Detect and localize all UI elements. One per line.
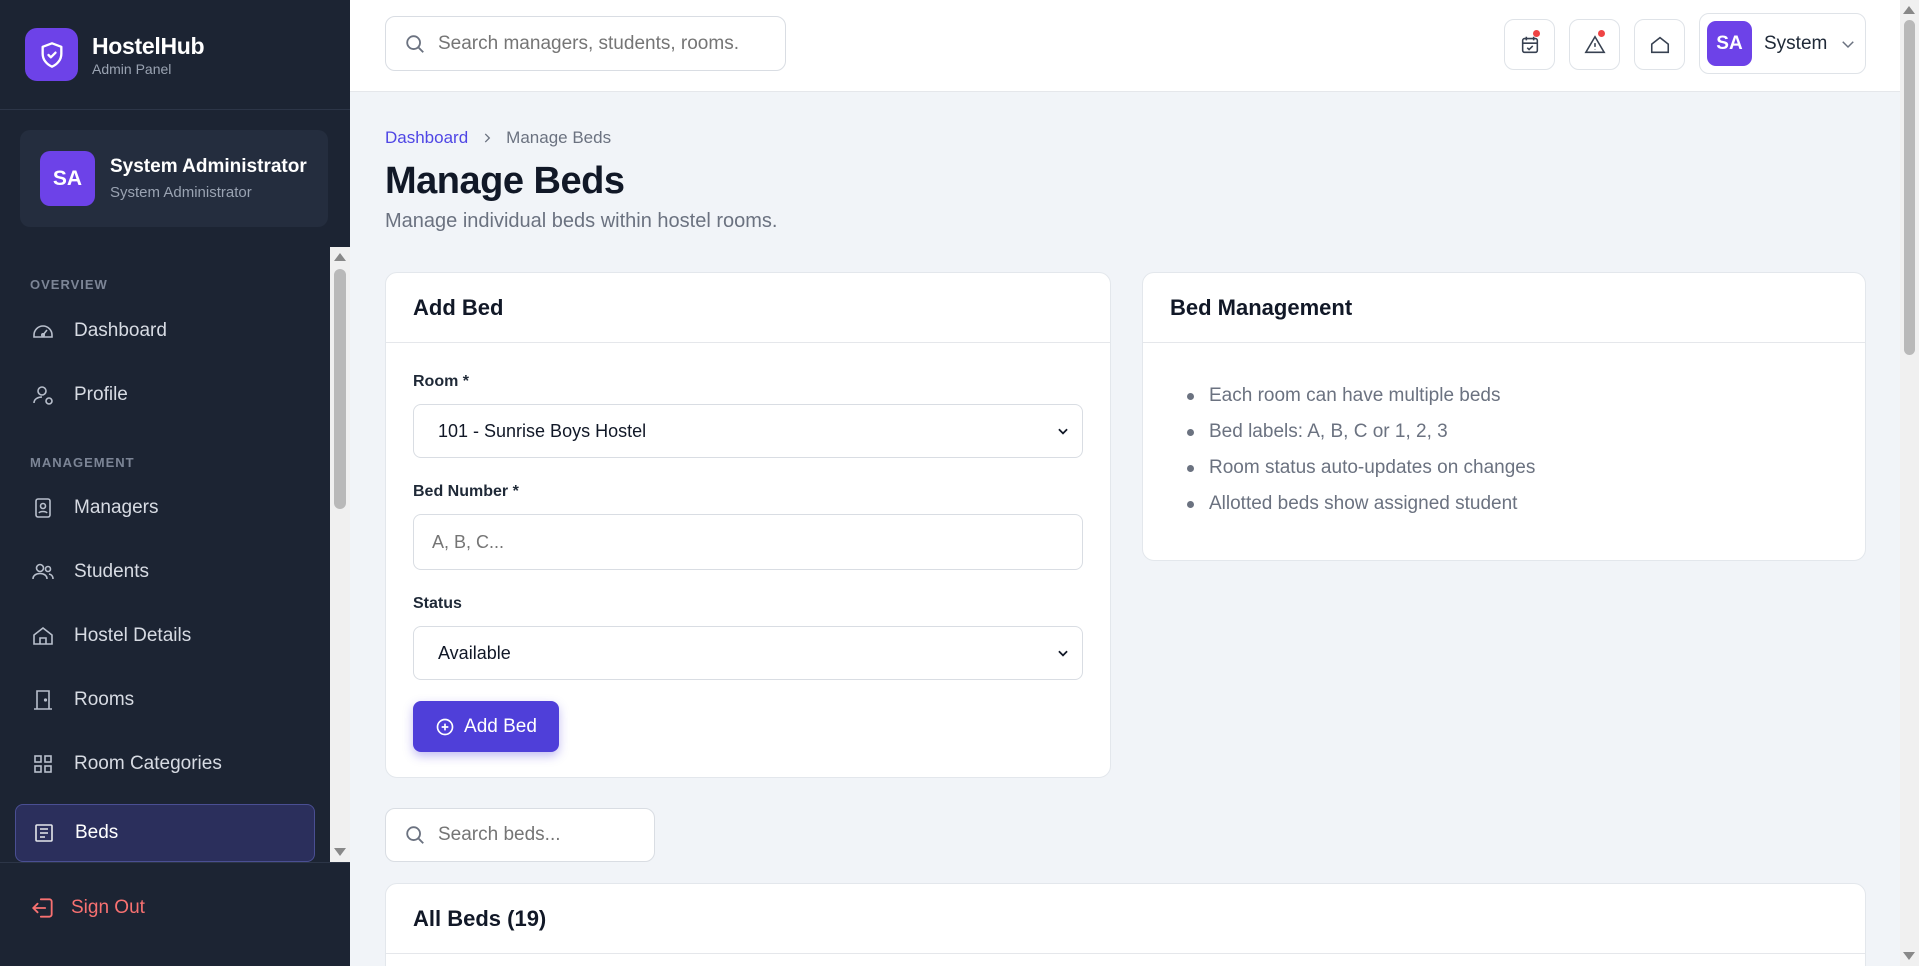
sidebar-item-label: Dashboard bbox=[74, 320, 167, 341]
grid-icon bbox=[30, 751, 56, 777]
scroll-down-arrow-icon[interactable] bbox=[334, 848, 346, 856]
add-bed-card: Add Bed Room * 101 - Sunrise Boys Hostel… bbox=[385, 272, 1111, 778]
sidebar-item-label: Beds bbox=[75, 822, 119, 843]
sidebar-item-dashboard[interactable]: Dashboard bbox=[15, 302, 315, 360]
sidebar-item-label: Students bbox=[74, 561, 149, 582]
section-management: MANAGEMENT bbox=[30, 455, 135, 470]
chevron-right-icon bbox=[480, 131, 494, 145]
room-select[interactable]: 101 - Sunrise Boys Hostel bbox=[413, 404, 1083, 458]
scrollbar-thumb[interactable] bbox=[1904, 20, 1915, 355]
list-item: Allotted beds show assigned student bbox=[1187, 486, 1535, 522]
sidebar-nav: OVERVIEW Dashboard Profile MANAGEMENT Ma… bbox=[0, 247, 350, 862]
user-card: SA System Administrator System Administr… bbox=[20, 130, 328, 227]
sidebar: HostelHub Admin Panel SA System Administ… bbox=[0, 0, 350, 966]
status-select-value: Available bbox=[438, 642, 511, 663]
sidebar-item-managers[interactable]: Managers bbox=[15, 479, 315, 537]
sidebar-item-beds[interactable]: Beds bbox=[15, 804, 315, 862]
page-title: Manage Beds bbox=[385, 160, 625, 202]
chevron-down-icon bbox=[1839, 35, 1857, 53]
bed-management-list: Each room can have multiple beds Bed lab… bbox=[1187, 378, 1535, 522]
brand-subtitle: Admin Panel bbox=[92, 60, 172, 77]
search-icon bbox=[404, 824, 426, 846]
search-icon bbox=[404, 33, 426, 55]
home-button[interactable] bbox=[1634, 19, 1685, 70]
users-icon bbox=[30, 559, 56, 585]
add-bed-button-label: Add Bed bbox=[464, 715, 537, 737]
breadcrumb: Dashboard Manage Beds bbox=[385, 128, 611, 148]
sidebar-item-label: Hostel Details bbox=[74, 625, 192, 646]
user-name: System Administrator bbox=[110, 156, 307, 177]
sign-out-label: Sign Out bbox=[71, 897, 145, 918]
home-icon bbox=[30, 623, 56, 649]
list-item: Bed labels: A, B, C or 1, 2, 3 bbox=[1187, 414, 1535, 450]
alerts-button[interactable] bbox=[1569, 19, 1620, 70]
add-bed-button[interactable]: Add Bed bbox=[413, 701, 559, 752]
door-icon bbox=[30, 687, 56, 713]
scrollbar-thumb[interactable] bbox=[334, 269, 346, 509]
sidebar-item-label: Rooms bbox=[74, 689, 135, 710]
sidebar-item-room-categories[interactable]: Room Categories bbox=[15, 735, 315, 793]
bed-management-title: Bed Management bbox=[1143, 273, 1865, 343]
search-input[interactable] bbox=[438, 32, 738, 55]
chevron-down-icon bbox=[1056, 424, 1070, 438]
global-search[interactable] bbox=[385, 16, 786, 71]
shield-logo-icon bbox=[25, 28, 78, 81]
brand: HostelHub Admin Panel bbox=[0, 0, 350, 110]
status-label: Status bbox=[413, 595, 462, 612]
user-role: System Administrator bbox=[110, 184, 252, 201]
user-profile-icon bbox=[30, 382, 56, 408]
breadcrumb-current: Manage Beds bbox=[506, 128, 612, 147]
user-menu-name: System bbox=[1764, 32, 1828, 54]
sidebar-item-label: Managers bbox=[74, 497, 159, 518]
bed-management-card: Bed Management Each room can have multip… bbox=[1142, 272, 1866, 561]
notification-dot bbox=[1598, 30, 1605, 37]
sidebar-scrollbar[interactable] bbox=[330, 247, 350, 862]
sidebar-item-profile[interactable]: Profile bbox=[15, 366, 315, 424]
all-beds-card: All Beds (19) bbox=[385, 883, 1866, 966]
add-bed-title: Add Bed bbox=[386, 273, 1110, 343]
sidebar-item-hostel-details[interactable]: Hostel Details bbox=[15, 607, 315, 665]
user-menu[interactable]: SA System bbox=[1699, 13, 1866, 74]
beds-search-input[interactable] bbox=[438, 824, 638, 846]
scroll-down-arrow-icon[interactable] bbox=[1903, 952, 1915, 960]
room-select-value: 101 - Sunrise Boys Hostel bbox=[438, 420, 647, 441]
beds-search[interactable] bbox=[385, 808, 655, 862]
sign-out-button[interactable]: Sign Out bbox=[30, 895, 145, 921]
scroll-up-arrow-icon[interactable] bbox=[1903, 6, 1915, 14]
list-item: Room status auto-updates on changes bbox=[1187, 450, 1535, 486]
bed-number-input[interactable] bbox=[432, 531, 1032, 553]
id-badge-icon bbox=[30, 495, 56, 521]
bed-number-label: Bed Number * bbox=[413, 483, 519, 500]
sidebar-item-label: Profile bbox=[74, 384, 128, 405]
status-select[interactable]: Available bbox=[413, 626, 1083, 680]
sidebar-item-students[interactable]: Students bbox=[15, 543, 315, 601]
scroll-up-arrow-icon[interactable] bbox=[334, 253, 346, 261]
topbar: SA System bbox=[350, 0, 1900, 92]
bed-number-field[interactable] bbox=[413, 514, 1083, 570]
divider bbox=[0, 862, 350, 863]
dashboard-gauge-icon bbox=[30, 318, 56, 344]
room-label: Room * bbox=[413, 373, 469, 390]
notification-dot bbox=[1533, 30, 1540, 37]
plus-circle-icon bbox=[435, 717, 455, 737]
page-subtitle: Manage individual beds within hostel roo… bbox=[385, 210, 778, 232]
calendar-button[interactable] bbox=[1504, 19, 1555, 70]
page-scrollbar[interactable] bbox=[1900, 0, 1919, 966]
sidebar-item-rooms[interactable]: Rooms bbox=[15, 671, 315, 729]
sidebar-item-label: Room Categories bbox=[74, 753, 222, 774]
brand-name: HostelHub bbox=[92, 32, 205, 59]
home-icon bbox=[1649, 34, 1671, 56]
breadcrumb-dashboard-link[interactable]: Dashboard bbox=[385, 128, 468, 148]
list-item: Each room can have multiple beds bbox=[1187, 378, 1535, 414]
logout-icon bbox=[30, 895, 56, 921]
all-beds-title: All Beds (19) bbox=[386, 884, 1865, 954]
section-overview: OVERVIEW bbox=[30, 277, 108, 292]
avatar: SA bbox=[1707, 21, 1752, 66]
list-icon bbox=[31, 820, 57, 846]
avatar: SA bbox=[40, 151, 95, 206]
chevron-down-icon bbox=[1056, 646, 1070, 660]
